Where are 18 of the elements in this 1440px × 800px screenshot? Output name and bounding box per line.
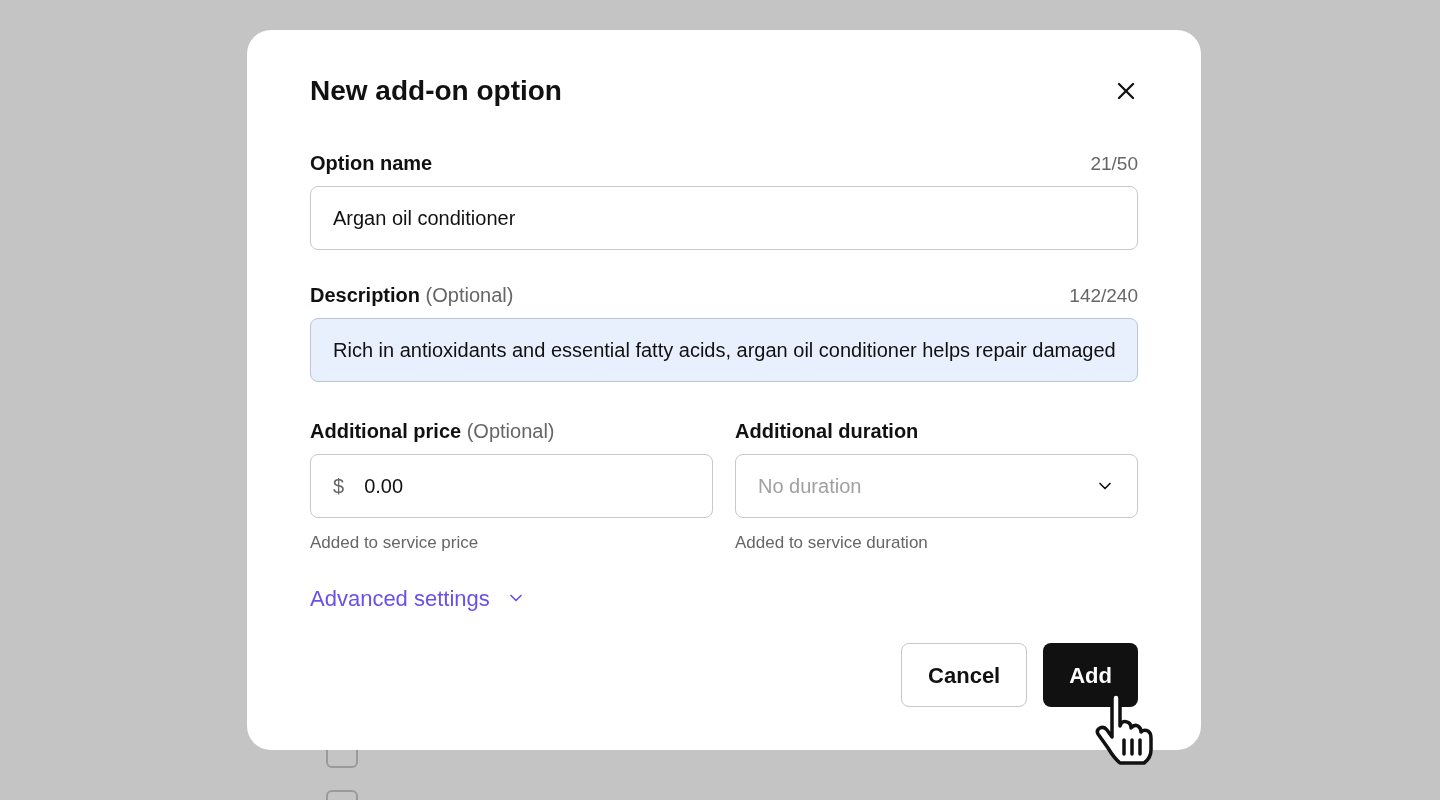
text-field[interactable]: Rich in antioxidants and essential fatty acids, argan oil conditioner helps repair damaged xyxy=(310,318,1138,382)
character-count: 142/240 xyxy=(1069,283,1138,308)
cancel-button[interactable]: Cancel xyxy=(901,643,1028,707)
field-hint: Added to service duration xyxy=(735,532,929,554)
price-value: 0.00 xyxy=(364,474,404,499)
field-label: Description (Optional) xyxy=(310,283,514,308)
text-field[interactable]: Argan oil conditioner xyxy=(310,186,1138,250)
select-placeholder: No duration xyxy=(758,474,862,499)
add-button[interactable]: Add xyxy=(1043,643,1138,707)
field-hint: Added to service price xyxy=(310,532,480,554)
field-label: Additional price (Optional) xyxy=(310,419,556,444)
field-label: Option name xyxy=(310,151,433,176)
character-count: 21/50 xyxy=(1090,151,1138,176)
currency-symbol: $ xyxy=(333,474,345,499)
field-label: Additional duration xyxy=(735,419,920,444)
price-field[interactable]: $ 0.00 xyxy=(310,454,713,518)
dialog-title: New add-on option xyxy=(310,74,562,108)
advanced-settings-link[interactable]: Advanced settings xyxy=(310,581,526,615)
